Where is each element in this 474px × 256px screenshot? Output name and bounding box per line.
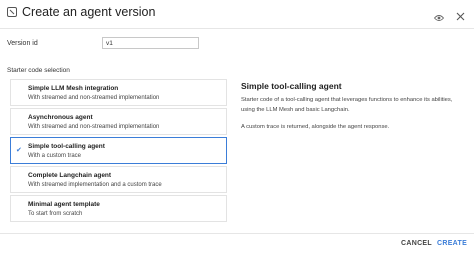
option-title: Asynchronous agent <box>28 114 93 121</box>
dialog-header: Create an agent version <box>0 0 474 29</box>
option-minimal-template[interactable]: Minimal agent template To start from scr… <box>10 195 227 222</box>
starter-code-label: Starter code selection <box>7 67 70 74</box>
option-simple-tool-calling[interactable]: ✔ Simple tool-calling agent With a custo… <box>10 137 227 164</box>
option-description: With a custom trace <box>28 153 82 159</box>
option-description: With streamed implementation and a custo… <box>28 182 162 188</box>
create-button[interactable]: CREATE <box>437 240 467 247</box>
close-icon[interactable] <box>456 8 465 26</box>
check-icon: ✔ <box>16 147 22 154</box>
cancel-button[interactable]: CANCEL <box>401 240 432 247</box>
dialog-title: Create an agent version <box>22 5 156 19</box>
eye-icon[interactable] <box>433 9 445 27</box>
option-title: Simple tool-calling agent <box>28 143 105 150</box>
option-title: Simple LLM Mesh integration <box>28 85 119 92</box>
details-title: Simple tool-calling agent <box>241 81 342 91</box>
option-description: With streamed and non-streamed implement… <box>28 95 160 101</box>
starter-code-options: Simple LLM Mesh integration With streame… <box>10 79 227 224</box>
details-note: A custom trace is returned, alongside th… <box>241 124 390 130</box>
option-description: With streamed and non-streamed implement… <box>28 124 160 130</box>
footer-divider <box>0 233 474 234</box>
option-description: To start from scratch <box>28 211 83 217</box>
option-title: Minimal agent template <box>28 201 100 208</box>
version-id-label: Version id <box>7 40 38 47</box>
details-body: Starter code of a tool-calling agent tha… <box>241 97 453 113</box>
option-title: Complete Langchain agent <box>28 172 112 179</box>
option-asynchronous-agent[interactable]: Asynchronous agent With streamed and non… <box>10 108 227 135</box>
option-complete-langchain[interactable]: Complete Langchain agent With streamed i… <box>10 166 227 193</box>
option-simple-llm-mesh[interactable]: Simple LLM Mesh integration With streame… <box>10 79 227 106</box>
agent-icon <box>7 7 17 17</box>
version-id-input[interactable] <box>102 37 199 49</box>
